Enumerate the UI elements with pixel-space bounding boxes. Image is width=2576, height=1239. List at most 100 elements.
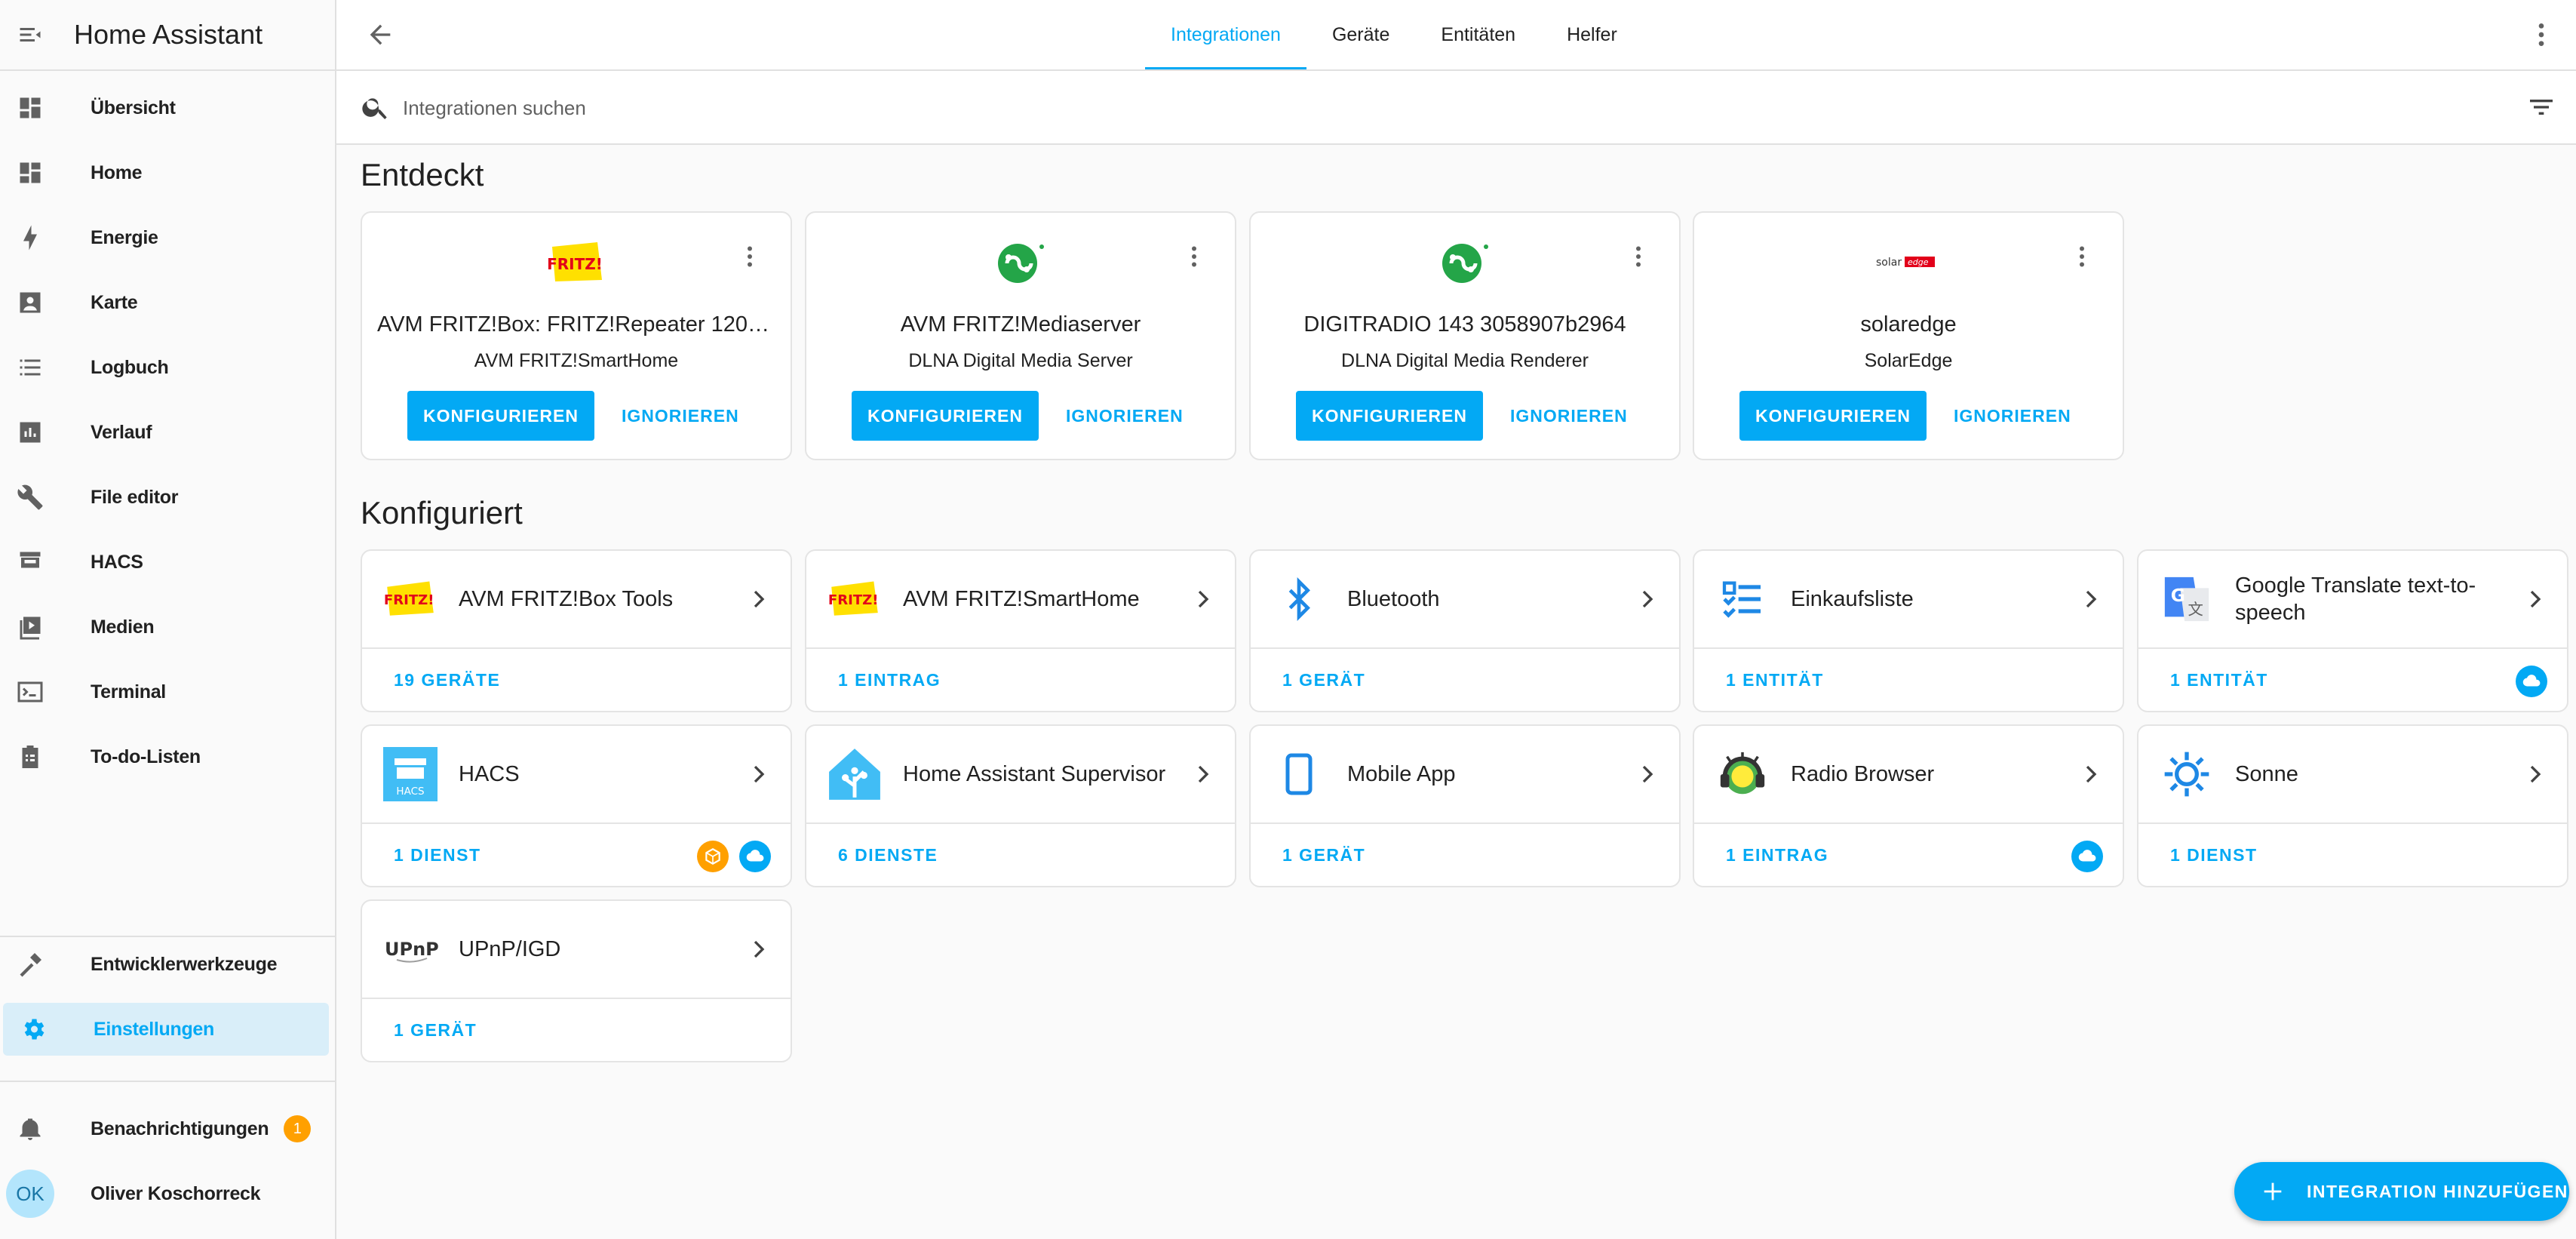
discovered-card: FRITZ! AVM FRITZ!Box: FRITZ!Repeater 120… <box>361 211 792 460</box>
overflow-menu-icon[interactable] <box>2068 243 2095 270</box>
sidebar-item-label: Entwicklerwerkzeuge <box>91 953 278 975</box>
sidebar-item-label: Einstellungen <box>94 1018 215 1040</box>
sidebar-item-home[interactable]: Home <box>0 146 329 199</box>
integration-count-link[interactable]: 6 DIENSTE <box>838 845 938 865</box>
list-icon <box>15 352 45 383</box>
integration-count-link[interactable]: 1 EINTRAG <box>838 670 941 690</box>
integration-card[interactable]: Radio Browser 1 EINTRAG <box>1693 724 2124 887</box>
integration-count-link[interactable]: 1 ENTITÄT <box>2170 670 2268 690</box>
discovered-subtitle: AVM FRITZ!SmartHome <box>474 350 679 371</box>
integration-count-link[interactable]: 1 DIENST <box>2170 845 2258 865</box>
custom-integration-icon <box>697 841 729 872</box>
configure-button[interactable]: KONFIGURIEREN <box>1296 391 1483 441</box>
sidebar: Home Assistant Übersicht Home Energie Ka… <box>0 0 336 1239</box>
solaredge-logo: solar edge <box>1694 235 2123 288</box>
add-integration-button[interactable]: INTEGRATION HINZUFÜGEN <box>2234 1162 2569 1221</box>
sidebar-divider <box>0 936 335 937</box>
integration-card[interactable]: Bluetooth 1 GERÄT <box>1249 549 1681 712</box>
sidebar-item-verlauf[interactable]: Verlauf <box>0 406 329 459</box>
sidebar-item-uebersicht[interactable]: Übersicht <box>0 81 329 134</box>
play-box-icon <box>15 612 45 642</box>
badges <box>2071 841 2103 872</box>
ignore-button[interactable]: IGNORIEREN <box>1057 391 1193 441</box>
sidebar-item-hacs[interactable]: HACS <box>0 536 329 589</box>
discovered-name: AVM FRITZ!Box: FRITZ!Repeater 1200 … <box>377 312 775 337</box>
integration-count-link[interactable]: 1 GERÄT <box>1282 845 1365 865</box>
menu-toggle-icon[interactable] <box>15 20 45 50</box>
tab-integrations[interactable]: Integrationen <box>1145 0 1306 69</box>
sidebar-item-file-editor[interactable]: File editor <box>0 471 329 524</box>
integration-card-header: Sonne <box>2138 726 2567 824</box>
chevron-right-icon <box>744 584 774 614</box>
sidebar-item-label: HACS <box>91 551 143 573</box>
integration-count-link[interactable]: 1 GERÄT <box>1282 670 1365 690</box>
integration-card[interactable]: FRITZ! AVM FRITZ!SmartHome 1 EINTRAG <box>805 549 1236 712</box>
integration-card-header: FRITZ! AVM FRITZ!SmartHome <box>806 551 1235 649</box>
integration-card[interactable]: UPnP UPnP/IGD 1 GERÄT <box>361 899 792 1062</box>
ignore-button[interactable]: IGNORIEREN <box>613 391 748 441</box>
cloud-icon <box>2071 841 2103 872</box>
search-input[interactable] <box>401 89 1309 127</box>
sidebar-item-label: Karte <box>91 291 138 313</box>
sidebar-item-karte[interactable]: Karte <box>0 276 329 329</box>
integration-name: UPnP/IGD <box>459 936 561 961</box>
integration-card[interactable]: Sonne 1 DIENST <box>2137 724 2568 887</box>
integration-name: Google Translate text-to-speech <box>2235 573 2476 625</box>
section-title-configured: Konfiguriert <box>361 495 523 530</box>
fritz-logo: FRITZ! <box>382 573 439 625</box>
sidebar-item-notifications[interactable]: Benachrichtigungen 1 <box>0 1102 329 1155</box>
notification-count-badge: 1 <box>284 1115 312 1142</box>
integration-card-header: G文 Google Translate text-to-speech <box>2138 551 2567 649</box>
integration-card[interactable]: G文 Google Translate text-to-speech 1 ENT… <box>2137 549 2568 712</box>
configure-button[interactable]: KONFIGURIEREN <box>407 391 594 441</box>
integration-count-link[interactable]: 1 DIENST <box>394 845 481 865</box>
integration-count-link[interactable]: 1 ENTITÄT <box>1726 670 1824 690</box>
sidebar-item-user[interactable]: OK Oliver Koschorreck <box>0 1167 329 1220</box>
cloud-icon <box>2516 666 2547 697</box>
sidebar-item-logbuch[interactable]: Logbuch <box>0 341 329 394</box>
sidebar-item-energie[interactable]: Energie <box>0 211 329 264</box>
tab-helpers[interactable]: Helfer <box>1541 0 1643 69</box>
console-icon <box>15 677 45 707</box>
integration-count-link[interactable]: 19 GERÄTE <box>394 670 500 690</box>
overflow-menu-icon[interactable] <box>1625 243 1652 270</box>
ignore-button[interactable]: IGNORIEREN <box>1945 391 2080 441</box>
integration-card[interactable]: HACS HACS 1 DIENST <box>361 724 792 887</box>
svg-text:UPnP: UPnP <box>385 939 439 960</box>
sidebar-item-terminal[interactable]: Terminal <box>0 666 329 718</box>
sidebar-item-todo[interactable]: To-do-Listen <box>0 730 329 783</box>
configure-button[interactable]: KONFIGURIEREN <box>852 391 1039 441</box>
filter-icon[interactable] <box>2526 92 2556 122</box>
overflow-menu-icon[interactable] <box>1181 243 1208 270</box>
integration-card[interactable]: Home Assistant Supervisor 6 DIENSTE <box>805 724 1236 887</box>
sidebar-item-medien[interactable]: Medien <box>0 601 329 653</box>
integration-card[interactable]: Mobile App 1 GERÄT <box>1249 724 1681 887</box>
sidebar-item-settings[interactable]: Einstellungen <box>3 1003 329 1056</box>
configure-button[interactable]: KONFIGURIEREN <box>1739 391 1927 441</box>
sun-icon <box>2158 749 2215 800</box>
back-arrow-icon[interactable] <box>365 20 395 50</box>
gear-icon <box>18 1014 48 1044</box>
integration-count-link[interactable]: 1 EINTRAG <box>1726 845 1828 865</box>
radio-browser-icon <box>1714 749 1771 800</box>
badges <box>2516 666 2547 697</box>
overflow-menu-icon[interactable] <box>736 243 763 270</box>
bluetooth-icon <box>1270 573 1328 625</box>
integration-card-header: Bluetooth <box>1251 551 1679 649</box>
integration-count-link[interactable]: 1 GERÄT <box>394 1020 477 1041</box>
chevron-right-icon <box>2520 584 2550 614</box>
integration-card-header: UPnP UPnP/IGD <box>362 901 791 999</box>
tab-devices[interactable]: Geräte <box>1306 0 1415 69</box>
fritz-logo: FRITZ! <box>362 235 791 288</box>
checklist-icon <box>1714 573 1771 625</box>
svg-text:FRITZ!: FRITZ! <box>828 592 879 608</box>
ignore-button[interactable]: IGNORIEREN <box>1501 391 1637 441</box>
svg-text:G: G <box>2171 585 2185 606</box>
wrench-icon <box>15 482 45 512</box>
sidebar-item-developer-tools[interactable]: Entwicklerwerkzeuge <box>0 938 329 991</box>
top-app-bar: Integrationen Geräte Entitäten Helfer <box>336 0 2576 71</box>
overflow-menu-icon[interactable] <box>2526 20 2556 50</box>
integration-card[interactable]: Einkaufsliste 1 ENTITÄT <box>1693 549 2124 712</box>
integration-card[interactable]: FRITZ! AVM FRITZ!Box Tools 19 GERÄTE <box>361 549 792 712</box>
tab-entities[interactable]: Entitäten <box>1415 0 1541 69</box>
